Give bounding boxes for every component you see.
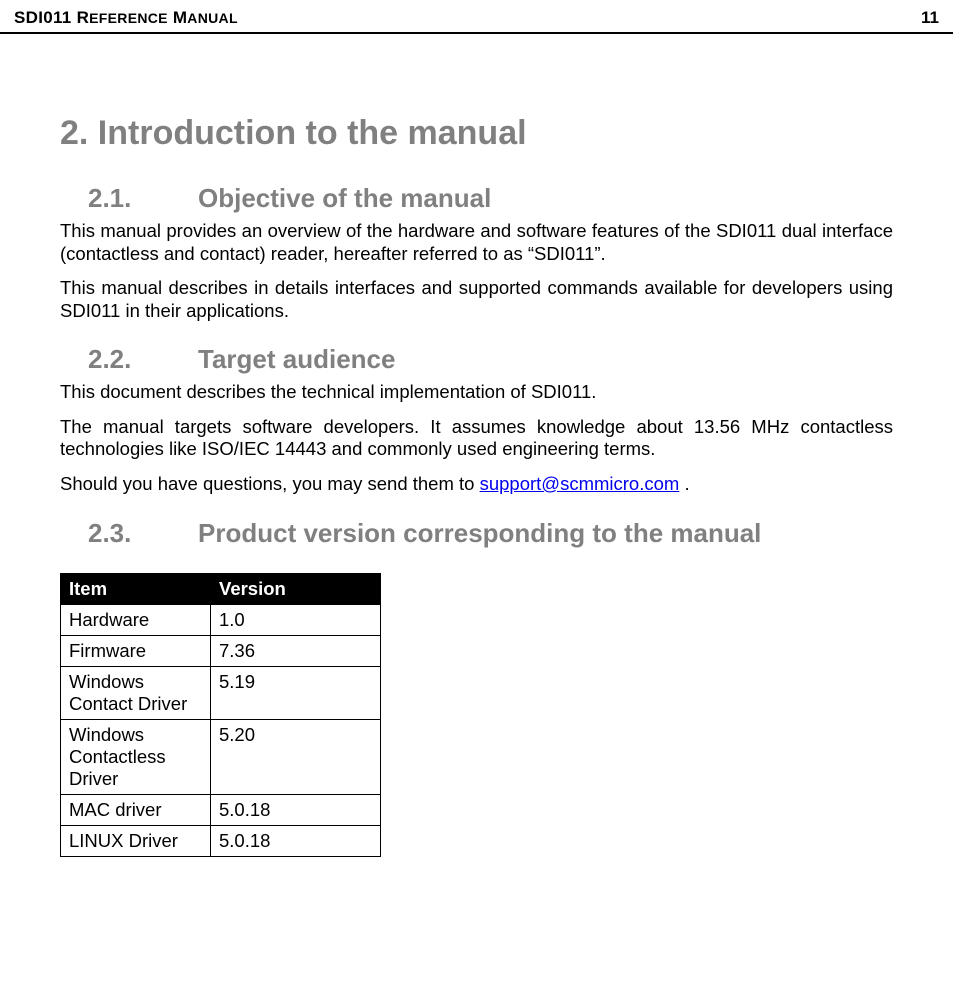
paragraph: This manual provides an overview of the … xyxy=(60,220,893,265)
version-table: Item Version Hardware 1.0 Firmware 7.36 … xyxy=(60,573,381,857)
header-title-part3: M xyxy=(168,8,187,27)
header-title: SDI011 REFERENCE MANUAL xyxy=(14,8,238,28)
header-title-part2: EFERENCE xyxy=(89,10,168,26)
text-before-link: Should you have questions, you may send … xyxy=(60,473,480,494)
header-title-part1: SDI011 R xyxy=(14,8,89,27)
table-header-row: Item Version xyxy=(61,573,381,604)
header-title-part4: ANUAL xyxy=(187,10,238,26)
section-title: Product version corresponding to the man… xyxy=(198,518,761,548)
section-number: 2.2. xyxy=(88,344,198,375)
section-2-2-heading: 2.2.Target audience xyxy=(60,344,893,375)
table-row: Windows Contactless Driver 5.20 xyxy=(61,719,381,794)
table-cell-item: Windows Contactless Driver xyxy=(61,719,211,794)
table-cell-version: 5.19 xyxy=(211,666,381,719)
table-cell-version: 1.0 xyxy=(211,604,381,635)
section-2-3-heading: 2.3.Product version corresponding to the… xyxy=(60,518,893,549)
table-row: LINUX Driver 5.0.18 xyxy=(61,825,381,856)
table-header-item: Item xyxy=(61,573,211,604)
page-content: 2. Introduction to the manual 2.1.Object… xyxy=(0,114,953,857)
paragraph: Should you have questions, you may send … xyxy=(60,473,893,496)
chapter-heading: 2. Introduction to the manual xyxy=(60,114,893,153)
table-cell-item: MAC driver xyxy=(61,794,211,825)
text-after-link: . xyxy=(679,473,689,494)
table-cell-item: Firmware xyxy=(61,635,211,666)
paragraph: This document describes the technical im… xyxy=(60,381,893,404)
table-header-version: Version xyxy=(211,573,381,604)
section-number: 2.1. xyxy=(88,183,198,214)
table-row: Hardware 1.0 xyxy=(61,604,381,635)
table-cell-version: 7.36 xyxy=(211,635,381,666)
section-title: Target audience xyxy=(198,344,395,374)
section-2-1-heading: 2.1.Objective of the manual xyxy=(60,183,893,214)
table-row: Windows Contact Driver 5.19 xyxy=(61,666,381,719)
page-number: 11 xyxy=(921,8,939,28)
support-email-link[interactable]: support@scmmicro.com xyxy=(480,473,680,494)
section-title: Objective of the manual xyxy=(198,183,491,213)
paragraph: This manual describes in details interfa… xyxy=(60,277,893,322)
paragraph: The manual targets software developers. … xyxy=(60,416,893,461)
table-row: MAC driver 5.0.18 xyxy=(61,794,381,825)
page-header: SDI011 REFERENCE MANUAL 11 xyxy=(0,0,953,34)
section-number: 2.3. xyxy=(88,518,198,549)
table-cell-item: LINUX Driver xyxy=(61,825,211,856)
table-cell-version: 5.20 xyxy=(211,719,381,794)
table-cell-version: 5.0.18 xyxy=(211,794,381,825)
table-cell-version: 5.0.18 xyxy=(211,825,381,856)
table-row: Firmware 7.36 xyxy=(61,635,381,666)
table-cell-item: Windows Contact Driver xyxy=(61,666,211,719)
table-cell-item: Hardware xyxy=(61,604,211,635)
